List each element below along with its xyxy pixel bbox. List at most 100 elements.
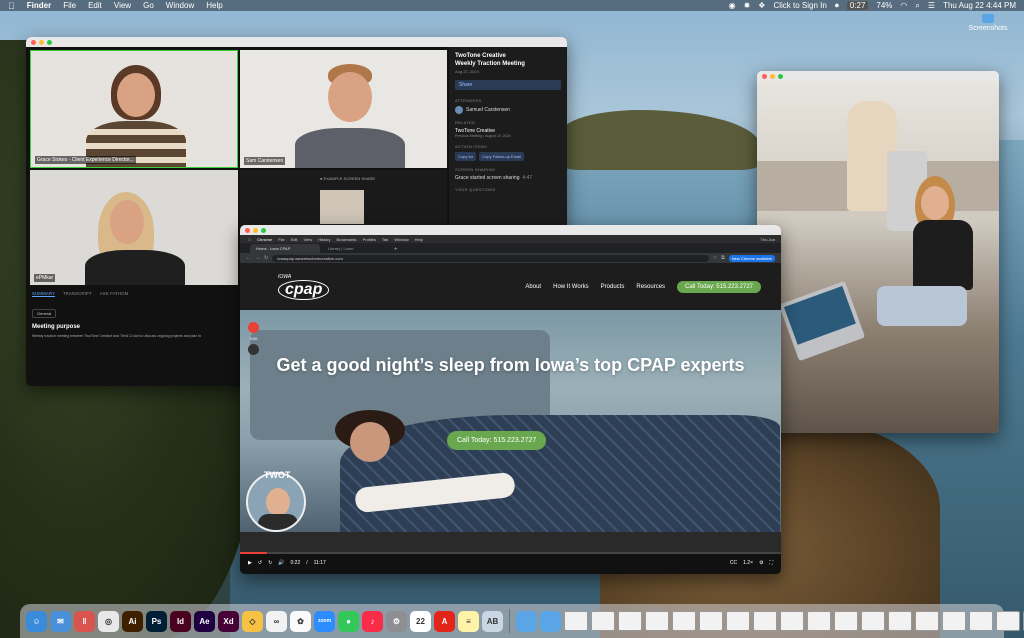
nav-products[interactable]: Products [601,284,625,290]
nav-about[interactable]: About [525,284,541,290]
iowa-cpap-logo[interactable]: IOWA cpap [278,274,330,300]
zoom-button[interactable] [47,39,52,45]
chrome-menu-file[interactable]: File [278,237,284,242]
search-icon[interactable]: ⌕ [915,1,919,11]
general-dropdown[interactable]: General [32,309,57,318]
menu-edit[interactable]: Edit [88,1,102,10]
wifi-icon[interactable]: ◠ [900,1,907,10]
nav-resources[interactable]: Resources [636,284,665,290]
tab-loom-library[interactable]: Library | Loom [322,244,392,253]
messages-dock-icon[interactable]: ● [338,610,359,632]
chrome-menu-bookmarks[interactable]: Bookmarks [337,237,357,242]
minimized-window-thumbnail[interactable] [618,611,642,631]
stop-recording-button[interactable] [248,322,259,333]
minimized-window-thumbnail[interactable] [942,611,966,631]
chrome-dock-icon[interactable]: ◎ [98,610,119,632]
copy-for-button[interactable]: Copy for [455,151,477,161]
share-button[interactable]: Share [455,79,561,90]
menu-file[interactable]: File [63,1,76,10]
dropbox-icon[interactable]: ❖ [758,1,765,10]
battery-percent[interactable]: 74% [876,1,892,10]
gear-status-icon[interactable]: ✹ [744,1,751,10]
video-progress-bar[interactable] [240,552,781,554]
minimized-window-thumbnail[interactable] [753,611,777,631]
folder-dock-icon[interactable] [540,610,561,632]
chrome-menu-history[interactable]: History [318,237,330,242]
sketch-app-dock-icon[interactable]: ◇ [242,610,263,632]
nav-call-button[interactable]: Call Today: 515.223.2727 [677,280,761,293]
camera-bubble[interactable] [246,472,306,532]
forward-icon[interactable]: → [255,255,260,261]
soundboard-dock-icon[interactable]: ‖ [74,610,95,632]
bookmark-star-icon[interactable]: ☆ [713,255,717,261]
menu-help[interactable]: Help [206,1,222,10]
minimized-window-thumbnail[interactable] [861,611,885,631]
indesign-dock-icon[interactable]: Id [170,610,191,632]
xd-dock-icon[interactable]: Xd [218,610,239,632]
clock[interactable]: Thu Aug 22 4:44 PM [943,1,1016,10]
minimized-window-thumbnail[interactable] [915,611,939,631]
hero-call-button[interactable]: Call Today: 515.223.2727 [447,431,547,450]
minimized-window-thumbnail[interactable] [564,611,588,631]
new-chrome-available-button[interactable]: New Chrome available [728,254,775,262]
minimize-button[interactable] [253,227,258,233]
system-settings-dock-icon[interactable]: ⚙ [386,610,407,632]
playback-speed[interactable]: 1.2× [743,560,753,566]
nav-how-it-works[interactable]: How It Works [553,284,589,290]
preview-dock-icon[interactable]: AB [482,610,503,632]
screenshots-folder[interactable]: Screenshots [968,14,1008,32]
close-button[interactable] [762,73,767,79]
minimized-window-thumbnail[interactable] [591,611,615,631]
zoom-dock-icon[interactable]: zoom [314,610,335,632]
participant-tile-grace[interactable]: Grace Stokes - Client Experience Directo… [30,50,238,168]
control-center-icon[interactable]: ☰ [928,1,935,10]
acrobat-dock-icon[interactable]: A [434,610,455,632]
chrome-menu-view[interactable]: View [303,237,312,242]
participant-tile-sam[interactable]: Sam Carstensen [240,50,447,168]
menu-go[interactable]: Go [143,1,154,10]
click-to-sign-in[interactable]: Click to Sign In [773,1,826,10]
chrome-menu-edit[interactable]: Edit [291,237,298,242]
screen-sharing-row[interactable]: Grace started screen sharing 4:47 [455,175,561,181]
tab-iowa-cpap[interactable]: Home - Iowa CPAP [250,244,320,253]
recording-icon[interactable]: ⏺ [835,1,839,11]
forward-icon[interactable]: ↻ [268,560,272,566]
minimized-window-thumbnail[interactable] [996,611,1020,631]
mail-dock-icon[interactable]: ✉ [50,610,71,632]
photos-dock-icon[interactable]: ✿ [290,610,311,632]
chrome-menu-tab[interactable]: Tab [382,237,388,242]
minimized-window-thumbnail[interactable] [834,611,858,631]
minimized-window-thumbnail[interactable] [888,611,912,631]
minimize-button[interactable] [770,73,775,79]
close-button[interactable] [245,227,250,233]
minimized-window-thumbnail[interactable] [726,611,750,631]
copy-followup-button[interactable]: Copy Follow-up Email [479,151,525,161]
music-dock-icon[interactable]: ♪ [362,610,383,632]
tab-ask-fathom[interactable]: ASK FATHOM [100,291,129,297]
zoom-button[interactable] [778,73,783,79]
tab-transcript[interactable]: TRANSCRIPT [63,291,92,297]
chrome-menu-app[interactable]: Chrome [257,237,272,242]
menu-window[interactable]: Window [166,1,194,10]
url-input[interactable]: iowacpap.wearetwotonecreative.com [272,254,709,262]
settings-icon[interactable]: ⚙ [759,560,763,566]
volume-icon[interactable]: 🔊 [278,560,284,566]
attendee-row[interactable]: Samuel Carstensen [455,105,561,114]
apple-menu-icon[interactable]:  [8,1,15,11]
minimize-button[interactable] [39,39,44,45]
after-effects-dock-icon[interactable]: Ae [194,610,215,632]
chrome-menu-help[interactable]: Help [415,237,423,242]
zoom-button[interactable] [261,227,266,233]
folder-dock-icon[interactable] [516,610,537,632]
illustrator-dock-icon[interactable]: Ai [122,610,143,632]
pause-recording-button[interactable] [248,344,259,355]
status-menu-icon[interactable]: ◉ [729,1,736,10]
calendar-dock-icon[interactable]: 22 [410,610,431,632]
new-tab-button[interactable]: + [394,247,398,253]
play-icon[interactable]: ▶ [248,560,252,566]
minimized-window-thumbnail[interactable] [699,611,723,631]
apple-menu-icon[interactable]:  [248,237,251,242]
minimized-window-thumbnail[interactable] [645,611,669,631]
rewind-icon[interactable]: ↺ [258,560,262,566]
minimized-window-thumbnail[interactable] [807,611,831,631]
